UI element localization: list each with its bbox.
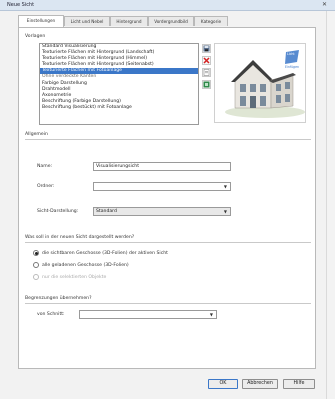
ordner-select[interactable]: ▼ — [93, 182, 231, 191]
begrenzungen-divider — [25, 303, 311, 304]
tab-licht-und-nebel[interactable]: Licht und Nebel — [64, 16, 110, 26]
tab-einstellungen[interactable]: Einstellungen — [18, 15, 64, 27]
radio-sichtbare-geschosse[interactable] — [33, 250, 39, 256]
delete-template-icon[interactable] — [202, 56, 211, 65]
name-field[interactable]: Visualisierungsicht — [93, 162, 231, 171]
chevron-down-icon: ▼ — [223, 184, 227, 189]
preview-badge-line1: Licht — [287, 52, 295, 56]
chevron-down-icon: ▼ — [223, 209, 227, 214]
vorlagen-label: Vorlagen — [25, 34, 46, 39]
title-bar: Neue Sicht ✕ — [0, 0, 335, 11]
name-label: Name: — [37, 164, 53, 169]
allgemein-divider — [25, 139, 311, 140]
schnitt-select[interactable]: ▼ — [79, 310, 217, 319]
close-icon[interactable]: ✕ — [320, 1, 329, 9]
list-item[interactable]: Beschriftung (bestückt) mit Fotoanlage — [40, 105, 198, 111]
sicht-darstellung-value: Standard — [96, 209, 117, 214]
abbrechen-button[interactable]: Abbrechen — [242, 379, 278, 389]
ok-button[interactable]: OK — [208, 379, 238, 389]
tab-hintergrund[interactable]: Hintergrund — [110, 16, 148, 26]
option-alle-geschosse[interactable]: alle geladenen Geschosse (3D-Folien) — [33, 262, 129, 268]
option-sichtbare-geschosse[interactable]: die sichtbaren Geschosse (3D-Folien) der… — [33, 250, 168, 256]
tab-vordergrundbild[interactable]: Vordergrundbild — [148, 16, 194, 26]
import-template-icon[interactable] — [202, 80, 211, 89]
geschosse-heading: Was soll in der neuen Sicht dargestellt … — [25, 235, 135, 240]
hilfe-button[interactable]: Hilfe — [283, 379, 315, 389]
allgemein-heading: Allgemein — [25, 132, 48, 137]
window-scrollbar[interactable] — [326, 11, 335, 399]
tab-kategorie[interactable]: Kategorie — [194, 16, 228, 26]
sicht-darstellung-label: Sicht-Darstellung: — [37, 209, 79, 214]
option-label: alle geladenen Geschosse (3D-Folien) — [42, 262, 129, 268]
save-template-icon[interactable] — [202, 44, 211, 53]
window-title: Neue Sicht — [7, 2, 35, 8]
begrenzungen-heading: Begrenzungen übernehmen? — [25, 296, 92, 301]
ordner-label: Ordner: — [37, 184, 55, 189]
sicht-darstellung-select[interactable]: Standard ▼ — [93, 207, 231, 216]
geschosse-divider — [25, 242, 311, 243]
preview-badge-line2: Einfügen — [285, 65, 300, 69]
tab-strip: Einstellungen Licht und Nebel Hintergrun… — [18, 15, 328, 27]
chevron-down-icon: ▼ — [209, 312, 213, 317]
new-template-icon[interactable] — [202, 68, 211, 77]
schnitt-label: von Schnitt: — [37, 312, 65, 317]
option-selektierte-objekte: nur die selektierten Objekte — [33, 274, 106, 280]
radio-alle-geschosse[interactable] — [33, 262, 39, 268]
radio-selektierte-objekte — [33, 274, 39, 280]
template-preview: Licht Einfügen — [214, 43, 306, 123]
settings-panel: Vorlagen Standard Visualisierung Texturi… — [18, 27, 316, 369]
option-label: die sichtbaren Geschosse (3D-Folien) der… — [42, 250, 168, 256]
vorlagen-list[interactable]: Standard Visualisierung Texturierte Fläc… — [39, 43, 199, 125]
option-label: nur die selektierten Objekte — [42, 274, 107, 280]
